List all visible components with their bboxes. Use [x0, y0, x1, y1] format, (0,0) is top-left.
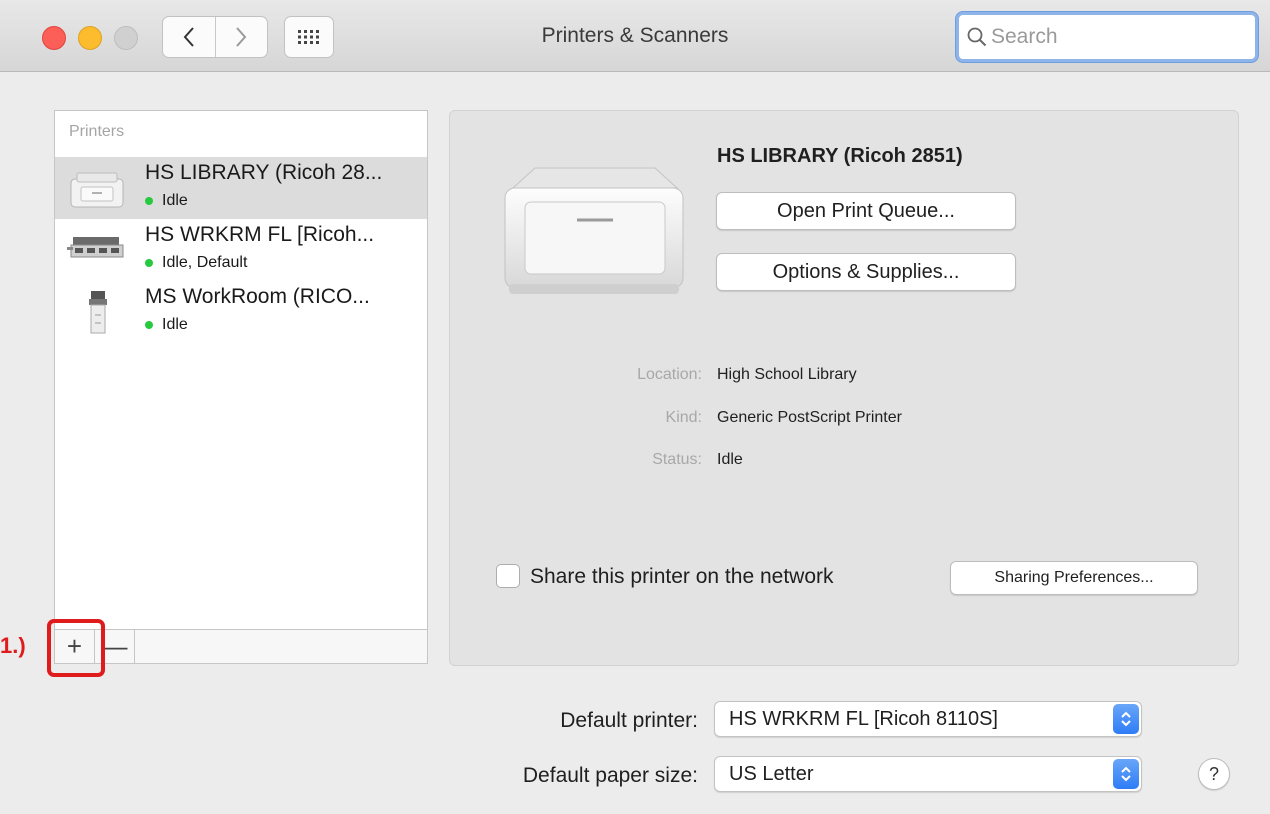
printer-status: Idle, Default [145, 254, 247, 272]
status-label: Status: [652, 451, 702, 468]
default-printer-select[interactable]: HS WRKRM FL [Ricoh 8110S] [714, 701, 1142, 737]
default-printer-label: Default printer: [560, 709, 698, 732]
printer-name: HS LIBRARY (Ricoh 28... [145, 161, 383, 184]
printer-list-toolbar: + — [54, 629, 428, 664]
default-paper-size-select[interactable]: US Letter [714, 756, 1142, 792]
printer-list: Printers HS LIBRARY (Ricoh 28... Idle HS… [54, 110, 428, 630]
printer-list-item[interactable]: HS WRKRM FL [Ricoh... Idle, Default [55, 219, 427, 281]
multifunction-printer-icon [89, 291, 107, 334]
search-input[interactable] [991, 25, 1231, 49]
location-label: Location: [637, 366, 702, 383]
printer-status-text: Idle [162, 316, 188, 333]
default-paper-size-value: US Letter [729, 763, 814, 785]
printer-large-icon [504, 167, 684, 294]
default-printer-value: HS WRKRM FL [Ricoh 8110S] [729, 708, 998, 730]
copier-printer-icon [67, 237, 124, 258]
add-printer-button[interactable]: + [55, 630, 95, 663]
open-print-queue-button[interactable]: Open Print Queue... [716, 192, 1016, 230]
default-paper-size-label: Default paper size: [522, 764, 698, 787]
share-printer-label: Share this printer on the network [530, 565, 834, 588]
kind-label: Kind: [665, 409, 702, 426]
laser-printer-icon [70, 172, 124, 208]
printer-status: Idle [145, 192, 188, 210]
options-supplies-button[interactable]: Options & Supplies... [716, 253, 1016, 291]
search-icon [967, 27, 987, 47]
printer-list-item[interactable]: MS WorkRoom (RICO... Idle [55, 281, 427, 343]
select-arrows-icon [1113, 704, 1139, 734]
printer-status-text: Idle [162, 192, 188, 209]
printer-list-header: Printers [69, 123, 125, 140]
status-value: Idle [717, 451, 743, 468]
printer-name: HS WRKRM FL [Ricoh... [145, 223, 375, 246]
location-value: High School Library [717, 366, 857, 383]
share-printer-checkbox[interactable] [496, 564, 520, 588]
title-bar: Printers & Scanners [0, 0, 1270, 72]
detail-printer-name: HS LIBRARY (Ricoh 2851) [717, 145, 963, 167]
printer-status: Idle [145, 316, 188, 334]
status-dot-icon [145, 321, 153, 329]
printer-status-text: Idle, Default [162, 254, 248, 271]
sharing-preferences-button[interactable]: Sharing Preferences... [950, 561, 1198, 595]
status-dot-icon [145, 259, 153, 267]
kind-value: Generic PostScript Printer [717, 409, 902, 426]
search-field[interactable] [956, 12, 1258, 62]
select-arrows-icon [1113, 759, 1139, 789]
printer-list-item[interactable]: HS LIBRARY (Ricoh 28... Idle [55, 157, 427, 219]
annotation-label: 1.) [0, 633, 26, 658]
status-dot-icon [145, 197, 153, 205]
printer-name: MS WorkRoom (RICO... [145, 285, 370, 308]
help-button[interactable]: ? [1198, 758, 1230, 790]
remove-printer-button[interactable]: — [95, 630, 135, 663]
